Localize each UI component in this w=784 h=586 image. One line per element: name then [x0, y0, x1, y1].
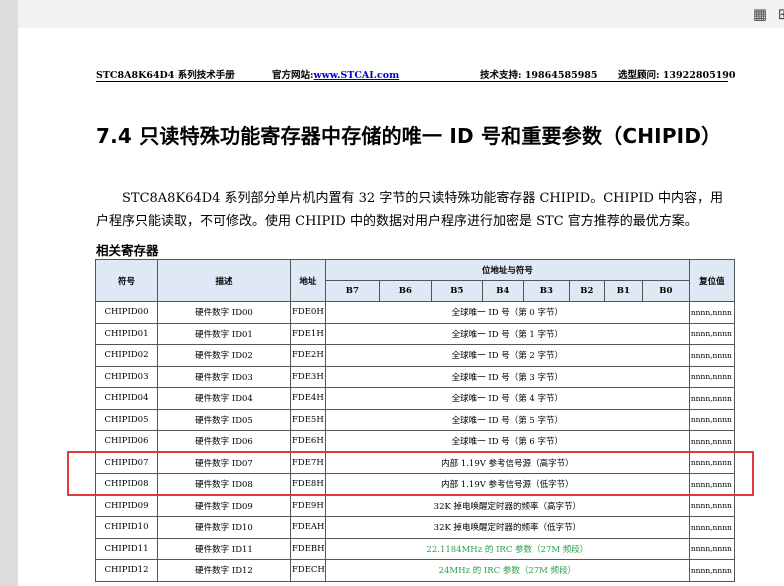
doc-name: STC8A8K64D4 系列技术手册 [96, 70, 235, 81]
paragraph-line-1: STC8A8K64D4 系列部分单片机内置有 32 字节的只读特殊功能寄存器 C… [122, 191, 724, 206]
cell-content: 22.1184MHz 的 IRC 参数（27M 频段） [324, 537, 690, 560]
cell-desc: 硬件数字 ID09 [157, 494, 291, 517]
cell-addr: FDE2H [290, 344, 326, 367]
cell-reset: nnnn,nnnn [688, 516, 735, 539]
site-link[interactable]: www.STCAI.com [314, 70, 400, 81]
cell-addr: FDECH [290, 559, 326, 582]
table-row: CHIPID10 硬件数字 ID10 FDEAH 32K 掉电唤醒定时器的频率（… [95, 516, 735, 539]
cell-addr: FDEAH [290, 516, 326, 539]
cell-symbol: CHIPID06 [95, 430, 158, 453]
cell-symbol: CHIPID11 [95, 537, 158, 560]
cell-desc: 硬件数字 ID11 [157, 537, 291, 560]
header-bit-b2: B2 [568, 280, 605, 302]
cell-desc: 硬件数字 ID10 [157, 516, 291, 539]
cell-desc: 硬件数字 ID12 [157, 559, 291, 582]
cell-content: 全球唯一 ID 号（第 2 字节） [324, 344, 690, 367]
cell-reset: nnnn,nnnn [688, 387, 735, 410]
cell-content: 全球唯一 ID 号（第 0 字节） [324, 301, 690, 324]
viewer-left-bar [0, 0, 19, 586]
cell-desc: 硬件数字 ID02 [157, 344, 291, 367]
cell-addr: FDE0H [290, 301, 326, 324]
cell-symbol: CHIPID09 [95, 494, 158, 517]
cell-symbol: CHIPID00 [95, 301, 158, 324]
header-bit-b0: B0 [641, 280, 690, 302]
grid-icon[interactable]: ▦ [752, 6, 768, 22]
table-row: CHIPID03 硬件数字 ID03 FDE3H 全球唯一 ID 号（第 3 字… [95, 365, 735, 388]
highlight-box [67, 451, 754, 496]
cell-addr: FDE5H [290, 408, 326, 431]
viewer-toolbar: ▦ ⊞ [18, 0, 784, 28]
cell-addr: FDE9H [290, 494, 326, 517]
cell-addr: FDE1H [290, 322, 326, 345]
cell-symbol: CHIPID04 [95, 387, 158, 410]
table-row: CHIPID01 硬件数字 ID01 FDE1H 全球唯一 ID 号（第 1 字… [95, 322, 735, 345]
header-bit-b4: B4 [481, 280, 524, 302]
site-label: 官方网站: [272, 70, 314, 81]
header-bit-b5: B5 [430, 280, 483, 302]
site-info: 官方网站:www.STCAI.com [272, 67, 399, 81]
header-bits-group: 位地址与符号 [324, 259, 690, 281]
register-table: 符号 描述 地址 位地址与符号 复位值 B7 B6 B5 B4 B3 B2 B1… [95, 259, 735, 582]
header-bit-b7: B7 [324, 280, 380, 302]
cell-content: 全球唯一 ID 号（第 5 字节） [324, 408, 690, 431]
header-bit-b1: B1 [603, 280, 643, 302]
cell-addr: FDE6H [290, 430, 326, 453]
cell-content: 全球唯一 ID 号（第 6 字节） [324, 430, 690, 453]
table-row: CHIPID06 硬件数字 ID06 FDE6H 全球唯一 ID 号（第 6 字… [95, 430, 735, 453]
cell-desc: 硬件数字 ID04 [157, 387, 291, 410]
cell-addr: FDEBH [290, 537, 326, 560]
cell-symbol: CHIPID03 [95, 365, 158, 388]
intro-paragraph: STC8A8K64D4 系列部分单片机内置有 32 字节的只读特殊功能寄存器 C… [96, 187, 730, 233]
cell-reset: nnnn,nnnn [688, 344, 735, 367]
header-bit-b6: B6 [378, 280, 432, 302]
section-title: 7.4 只读特殊功能寄存器中存储的唯一 ID 号和重要参数（CHIPID） [96, 124, 722, 148]
header-desc: 描述 [157, 259, 291, 302]
cell-desc: 硬件数字 ID03 [157, 365, 291, 388]
cell-content: 全球唯一 ID 号（第 3 字节） [324, 365, 690, 388]
header-bit-b3: B3 [522, 280, 570, 302]
cell-desc: 硬件数字 ID01 [157, 322, 291, 345]
cell-desc: 硬件数字 ID05 [157, 408, 291, 431]
header-addr: 地址 [290, 259, 326, 302]
paragraph-line-2: 户程序只能读取，不可修改。使用 CHIPID 中的数据对用户程序进行加密是 ST… [96, 214, 698, 229]
cell-reset: nnnn,nnnn [688, 301, 735, 324]
cell-symbol: CHIPID01 [95, 322, 158, 345]
header-reset: 复位值 [688, 259, 735, 302]
cell-content: 32K 掉电唤醒定时器的频率（高字节） [324, 494, 690, 517]
subheading: 相关寄存器 [96, 243, 159, 258]
table-row: CHIPID12 硬件数字 ID12 FDECH 24MHz 的 IRC 参数（… [95, 559, 735, 582]
cell-reset: nnnn,nnnn [688, 430, 735, 453]
cell-symbol: CHIPID12 [95, 559, 158, 582]
table-row: CHIPID09 硬件数字 ID09 FDE9H 32K 掉电唤醒定时器的频率（… [95, 494, 735, 517]
cell-content: 24MHz 的 IRC 参数（27M 频段） [324, 559, 690, 582]
cell-symbol: CHIPID05 [95, 408, 158, 431]
cell-desc: 硬件数字 ID06 [157, 430, 291, 453]
advisor-phone: 选型顾问: 13922805190 [618, 70, 736, 81]
cell-reset: nnnn,nnnn [688, 365, 735, 388]
header-symbol: 符号 [95, 259, 158, 302]
cell-reset: nnnn,nnnn [688, 408, 735, 431]
table-row: CHIPID00 硬件数字 ID00 FDE0H 全球唯一 ID 号（第 0 字… [95, 301, 735, 324]
cell-addr: FDE4H [290, 387, 326, 410]
table-row: CHIPID05 硬件数字 ID05 FDE5H 全球唯一 ID 号（第 5 字… [95, 408, 735, 431]
cell-content: 32K 掉电唤醒定时器的频率（低字节） [324, 516, 690, 539]
cell-content: 全球唯一 ID 号（第 1 字节） [324, 322, 690, 345]
cell-reset: nnnn,nnnn [688, 537, 735, 560]
cell-content: 全球唯一 ID 号（第 4 字节） [324, 387, 690, 410]
table-row: CHIPID04 硬件数字 ID04 FDE4H 全球唯一 ID 号（第 4 字… [95, 387, 735, 410]
cell-desc: 硬件数字 ID00 [157, 301, 291, 324]
cell-reset: nnnn,nnnn [688, 559, 735, 582]
support-phone: 技术支持: 19864585985 [480, 70, 598, 81]
cell-addr: FDE3H [290, 365, 326, 388]
page-header: STC8A8K64D4 系列技术手册 官方网站:www.STCAI.com 技术… [96, 67, 736, 82]
table-row: CHIPID02 硬件数字 ID02 FDE2H 全球唯一 ID 号（第 2 字… [95, 344, 735, 367]
cell-symbol: CHIPID10 [95, 516, 158, 539]
cell-symbol: CHIPID02 [95, 344, 158, 367]
cell-reset: nnnn,nnnn [688, 322, 735, 345]
apps-icon[interactable]: ⊞ [776, 6, 784, 22]
table-row: CHIPID11 硬件数字 ID11 FDEBH 22.1184MHz 的 IR… [95, 537, 735, 560]
cell-reset: nnnn,nnnn [688, 494, 735, 517]
